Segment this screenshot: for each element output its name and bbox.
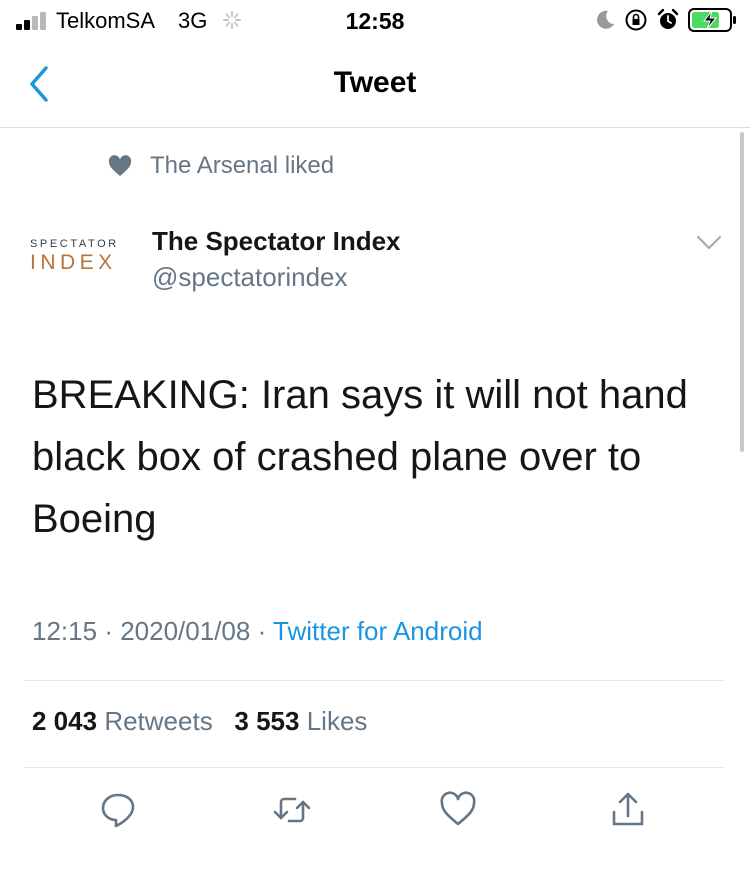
heart-outline-icon [440, 791, 476, 826]
page-title: Tweet [333, 66, 417, 99]
meta-separator: · [257, 616, 267, 646]
reply-button[interactable] [98, 790, 138, 830]
status-bar: TelkomSA 3G 12:58 [0, 0, 750, 44]
battery-charging-icon [688, 8, 736, 32]
tweet-time: 12:15 [32, 616, 98, 646]
social-context[interactable]: The Arsenal liked [108, 152, 334, 180]
retweet-icon [273, 797, 311, 823]
retweet-button[interactable] [272, 790, 312, 830]
like-button[interactable] [438, 790, 478, 830]
author-name[interactable]: The Spectator Index [152, 226, 401, 257]
avatar[interactable]: SPECTATOR INDEX [30, 238, 140, 282]
tweet-source-link[interactable]: Twitter for Android [273, 616, 483, 646]
tweet-date: 2020/01/08 [120, 616, 251, 646]
social-context-text: The Arsenal liked [150, 152, 335, 179]
tweet-detail-screen: TelkomSA 3G 12:58 Tweet The Arsenal like… [0, 0, 750, 873]
retweets-label: Retweets [104, 706, 213, 736]
avatar-logo-line1: SPECTATOR [30, 238, 119, 250]
chevron-down-icon[interactable] [696, 234, 722, 252]
comment-icon [101, 793, 135, 828]
meta-separator: · [104, 616, 113, 646]
avatar-logo-line2: INDEX [30, 251, 117, 274]
likes-stat[interactable]: 3 553 Likes [234, 706, 367, 736]
status-icons [594, 6, 738, 34]
tweet-text: BREAKING: Iran says it will not hand bla… [32, 373, 688, 541]
divider [24, 767, 724, 768]
likes-label: Likes [306, 706, 368, 736]
likes-count: 3 553 [234, 706, 300, 736]
alarm-icon [657, 8, 679, 29]
share-icon [612, 792, 644, 826]
divider [24, 680, 724, 681]
navigation-bar: Tweet [0, 44, 750, 128]
share-button[interactable] [608, 790, 648, 830]
retweets-count: 2 043 [32, 706, 98, 736]
moon-icon [597, 10, 614, 29]
tweet-meta: 12:15 · 2020/01/08 · Twitter for Android [32, 616, 483, 647]
scroll-indicator [740, 132, 744, 452]
heart-icon [108, 155, 132, 176]
retweets-stat[interactable]: 2 043 Retweets [32, 706, 220, 736]
tweet-stats: 2 043 Retweets 3 553 Likes [32, 706, 367, 737]
rotation-lock-icon [625, 9, 647, 31]
author-handle[interactable]: @spectatorindex [152, 262, 348, 293]
